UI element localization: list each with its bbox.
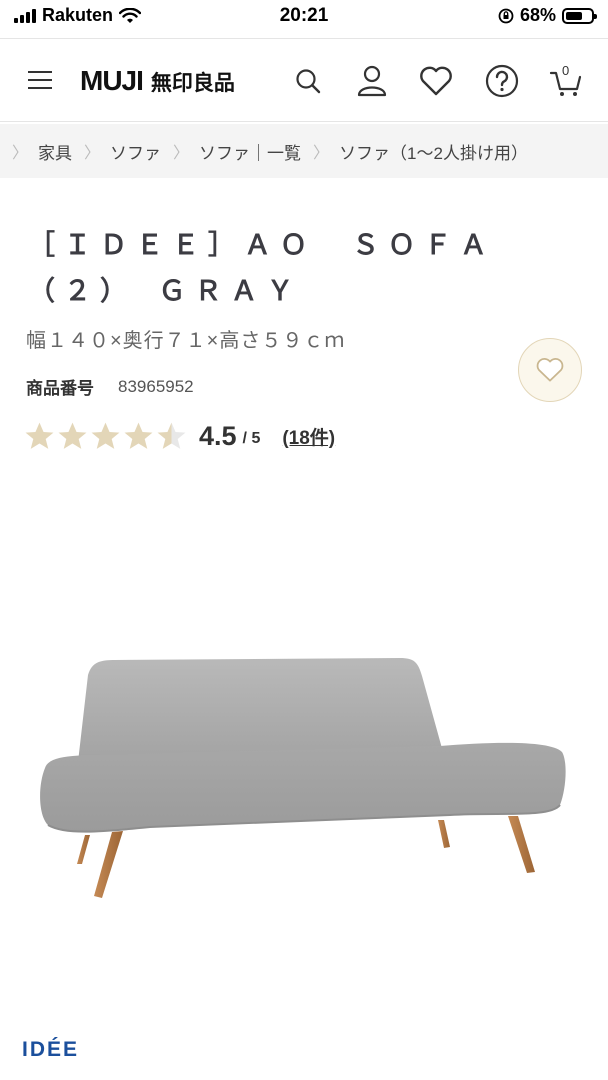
breadcrumb-item-sofa-list[interactable]: 〉ソファ｜一覧 bbox=[161, 139, 301, 164]
logo-en: MUJI bbox=[80, 65, 144, 96]
app-header: MUJI 無印良品 0 bbox=[0, 38, 608, 122]
help-icon[interactable] bbox=[482, 61, 522, 101]
product-dimensions: 幅１４０×奥行７１×高さ５９ｃｍ bbox=[26, 330, 346, 352]
battery-percent: 68% bbox=[519, 5, 556, 25]
chevron-right-icon: 〉 bbox=[12, 145, 29, 162]
cart-icon[interactable]: 0 bbox=[546, 61, 586, 101]
breadcrumb-label: ソファ bbox=[110, 143, 162, 163]
breadcrumb-label: ソファ（1〜2人掛け用） bbox=[339, 143, 528, 163]
breadcrumb-label: ソファ｜一覧 bbox=[199, 143, 302, 163]
rating-stars bbox=[24, 421, 187, 451]
add-to-favorites-button[interactable] bbox=[518, 338, 582, 402]
rating-max: / 5 bbox=[242, 430, 261, 447]
menu-icon[interactable] bbox=[28, 71, 52, 91]
product-image[interactable] bbox=[30, 640, 580, 910]
sofa-leg bbox=[94, 831, 123, 898]
star-half-icon bbox=[157, 422, 186, 449]
heart-icon bbox=[536, 358, 564, 382]
battery-icon bbox=[562, 7, 597, 24]
orientation-lock-icon bbox=[498, 8, 514, 23]
chevron-right-icon: 〉 bbox=[313, 145, 330, 162]
battery-fill bbox=[566, 11, 583, 20]
muji-logo[interactable]: MUJI 無印良品 bbox=[80, 65, 235, 97]
product-title: ［ＩＤＥＥ］ＡＯ ＳＯＦＡ （２） ＧＲＡＹ bbox=[28, 230, 532, 306]
chevron-right-icon: 〉 bbox=[84, 145, 101, 162]
star-full-icon bbox=[25, 422, 54, 449]
search-icon[interactable] bbox=[288, 61, 328, 101]
star-full-icon bbox=[91, 422, 120, 449]
sofa-leg bbox=[508, 816, 535, 873]
product-code: 商品番号 83965952 bbox=[26, 374, 194, 399]
breadcrumb-item-furniture[interactable]: 〉家具 bbox=[12, 139, 72, 164]
logo-jp: 無印良品 bbox=[150, 72, 235, 95]
product-code-label: 商品番号 bbox=[26, 379, 94, 398]
product-code-value: 83965952 bbox=[118, 376, 194, 396]
chevron-right-icon: 〉 bbox=[173, 145, 190, 162]
star-full-icon bbox=[58, 422, 87, 449]
sofa-backrest bbox=[78, 658, 443, 762]
sofa-seat bbox=[40, 742, 566, 832]
favorite-icon[interactable] bbox=[416, 61, 456, 101]
star-full-icon bbox=[124, 422, 153, 449]
account-icon[interactable] bbox=[352, 61, 392, 101]
sofa-leg bbox=[77, 835, 90, 864]
cart-count: 0 bbox=[562, 63, 570, 78]
breadcrumb-item-sofa-1-2-seater[interactable]: 〉ソファ（1〜2人掛け用） bbox=[301, 139, 528, 164]
sofa-leg bbox=[438, 820, 450, 848]
idee-brand-mark: IDÉE bbox=[22, 1038, 80, 1061]
status-right: 68% bbox=[498, 5, 597, 26]
review-count-link[interactable]: (18件) bbox=[282, 423, 335, 450]
breadcrumb: 〉家具 〉ソファ 〉ソファ｜一覧 〉ソファ（1〜2人掛け用） bbox=[0, 124, 608, 178]
status-bar: Rakuten 20:21 68% bbox=[0, 0, 608, 32]
product-rating: 4.5 / 5 (18件) bbox=[24, 418, 335, 454]
rating-score: 4.5 bbox=[199, 420, 237, 451]
breadcrumb-label: 家具 bbox=[38, 143, 73, 163]
breadcrumb-item-sofa[interactable]: 〉ソファ bbox=[72, 139, 161, 164]
